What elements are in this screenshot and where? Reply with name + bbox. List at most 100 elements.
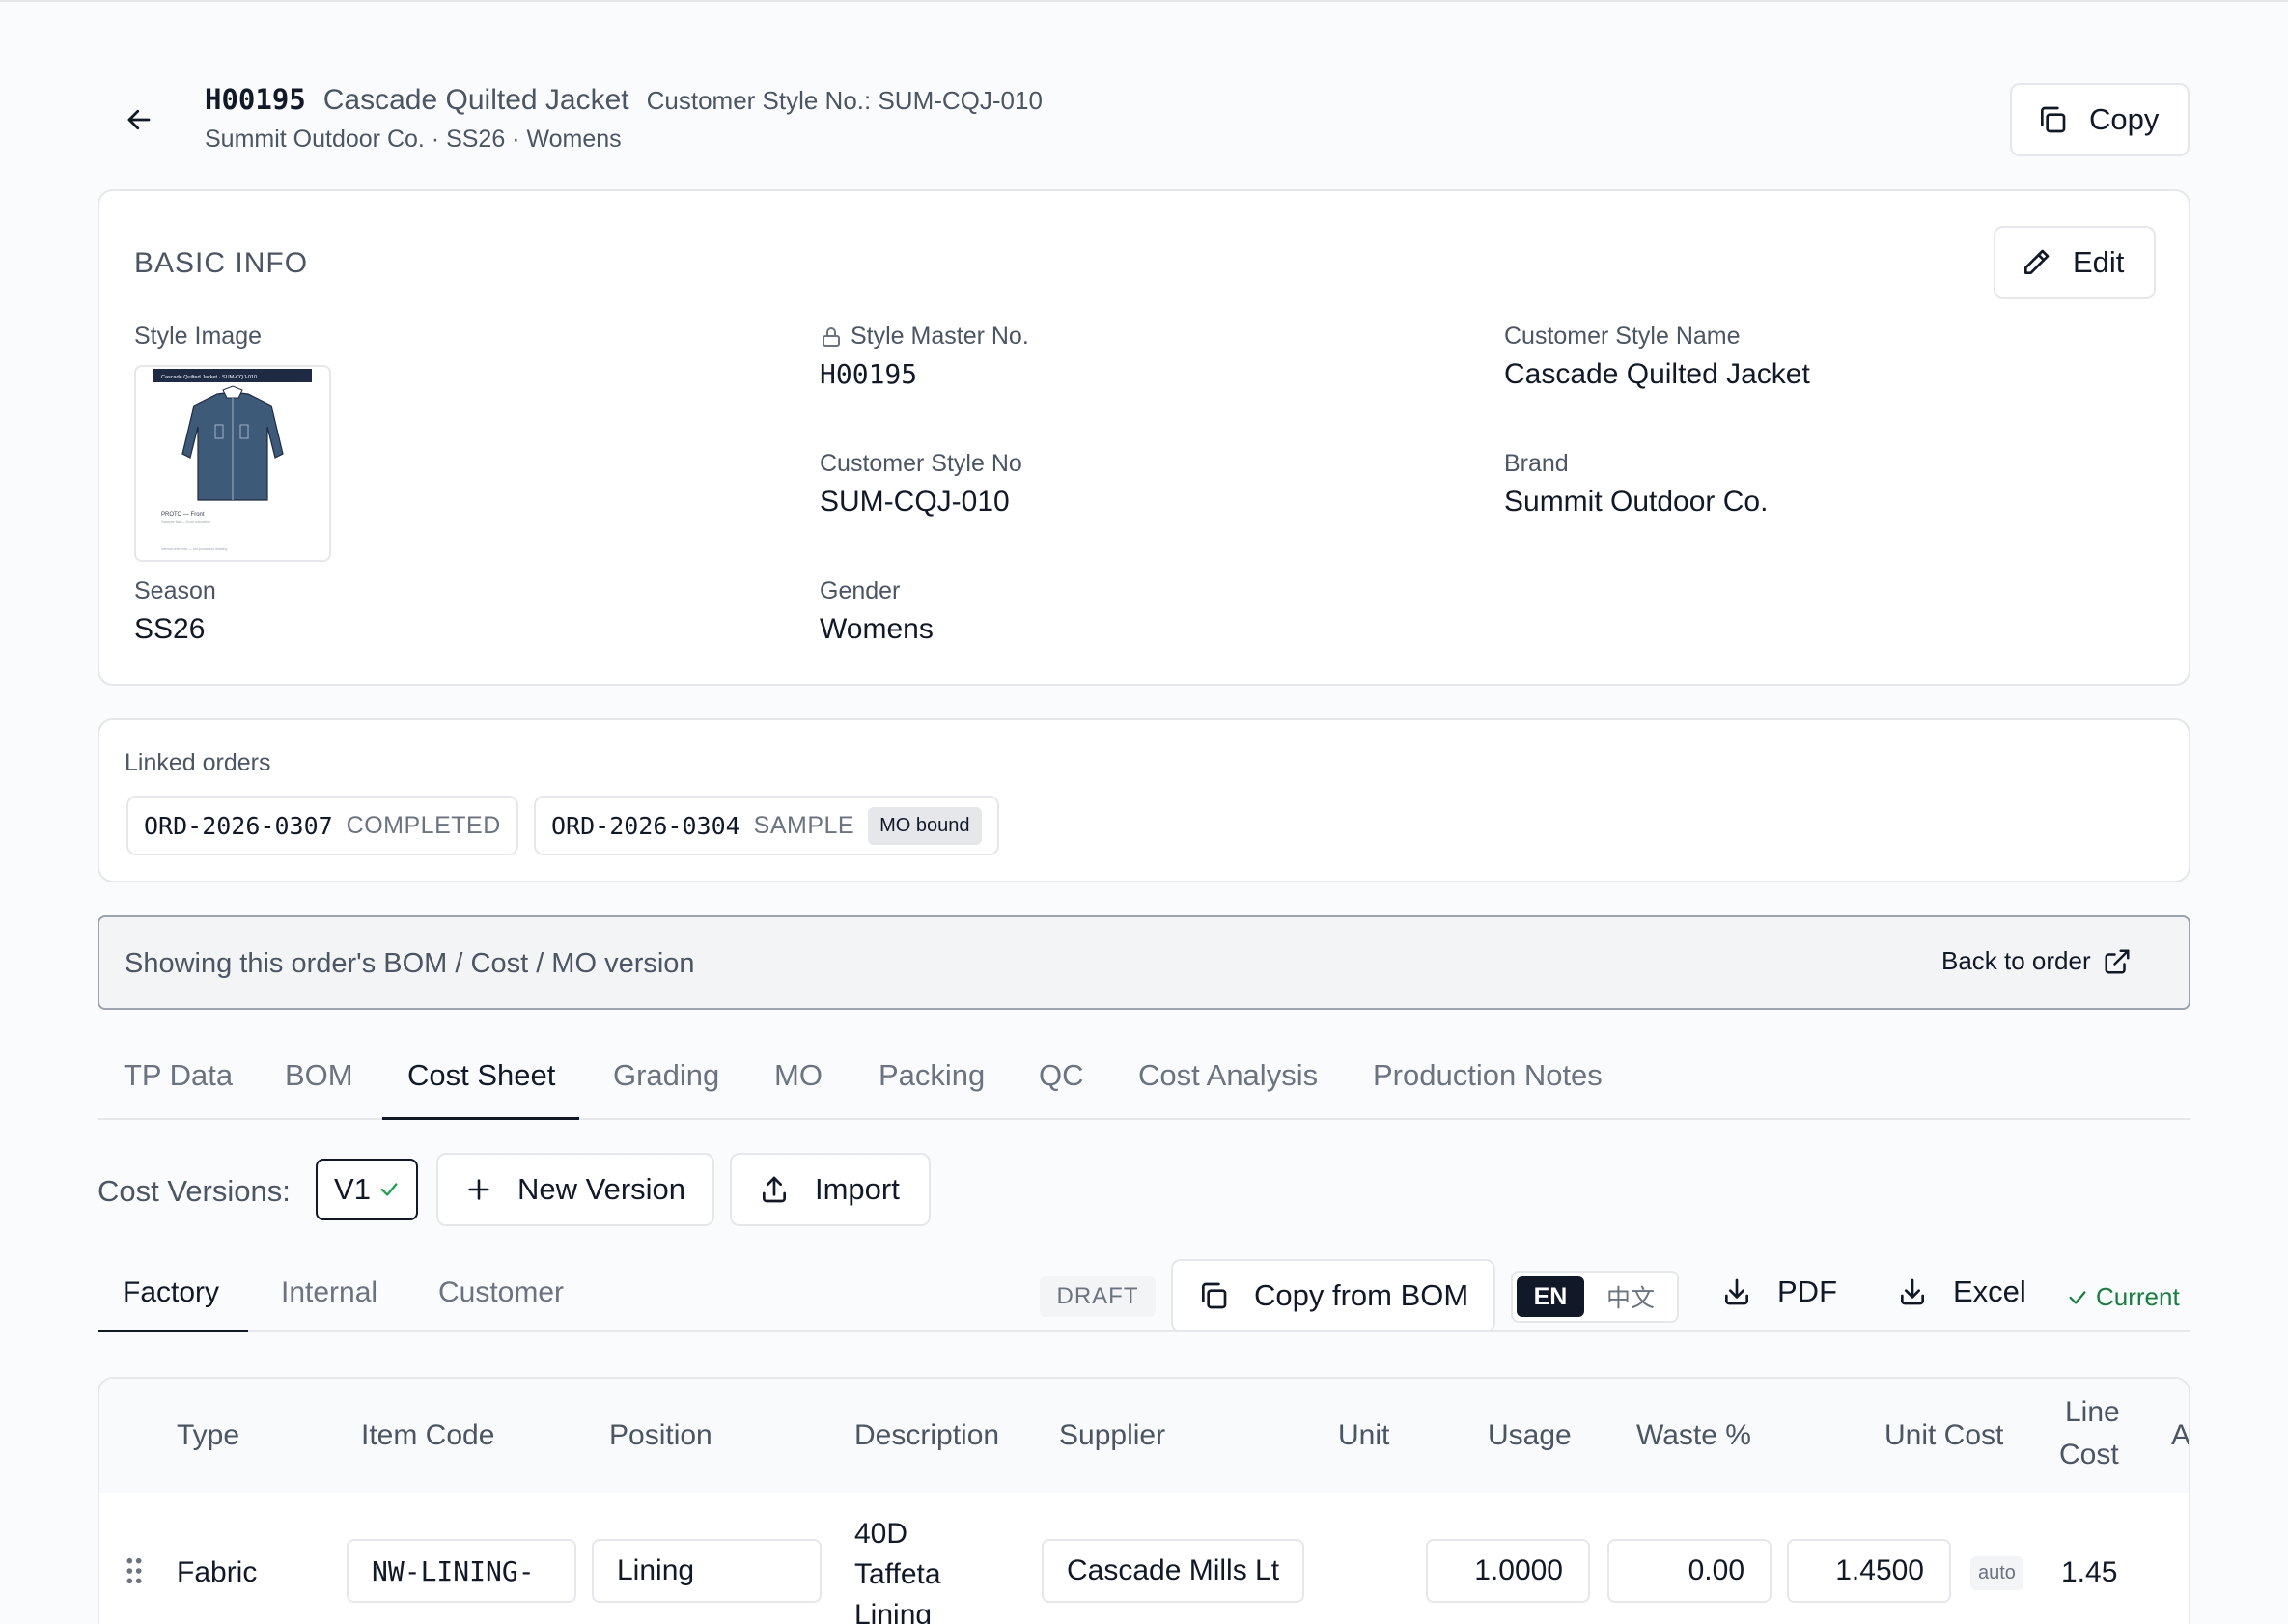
style-master-label-text: Style Master No. [851,322,1029,350]
pdf-download-button[interactable]: PDF [1721,1274,1837,1309]
row-description: 40D Taffeta Lining [854,1514,941,1624]
download-icon [1725,1278,1748,1305]
check-icon [380,1183,398,1196]
linked-orders-label: Linked orders [125,749,271,776]
lang-en-option[interactable]: EN [1517,1276,1584,1317]
auto-badge: auto [1970,1556,2023,1590]
drag-handle-icon[interactable] [125,1556,144,1590]
season-value: SS26 [134,613,206,645]
style-image[interactable]: Cascade Quilted Jacket · SUM-CQJ-010 PRO… [134,365,331,562]
current-label: Current [2096,1282,2180,1311]
copy-from-bom-label: Copy from BOM [1254,1278,1469,1312]
import-label: Import [815,1172,900,1206]
usage-input[interactable]: 1.0000 [1426,1539,1590,1603]
position-input[interactable]: Lining [592,1539,822,1603]
header-description: Description [854,1419,1000,1451]
import-button[interactable]: Import [730,1153,931,1226]
arrow-left-icon [127,109,151,130]
copy-button[interactable]: Copy [2010,83,2190,156]
row-line-cost: 1.45 [2061,1556,2118,1588]
season-field: Season SS26 [134,577,216,646]
customer-style-no-field: Customer Style No SUM-CQJ-010 [820,450,1022,518]
brand-label: Brand [1504,450,1569,477]
style-master-value: H00195 [820,358,918,390]
order-status: SAMPLE [753,811,855,839]
item-code-input[interactable]: NW-LINING- [347,1539,576,1603]
copy-button-label: Copy [2089,102,2160,136]
header-supplier: Supplier [1059,1419,1166,1451]
tab-mo[interactable]: MO [774,1058,823,1093]
order-number: ORD-2026-0307 [144,811,333,840]
tab-production-notes[interactable]: Production Notes [1373,1058,1603,1093]
image-caption-small: Sample flat — front elevation [161,519,210,524]
copy-icon [1202,1282,1227,1309]
active-tab-indicator [382,1117,579,1120]
header-next-column: A [2171,1419,2190,1451]
description-line: Taffeta [854,1558,941,1590]
main-tab-bar: TP Data BOM Cost Sheet Grading MO Packin… [98,1045,2190,1120]
page-title: H00195 Cascade Quilted Jacket Customer S… [205,83,1043,117]
lang-zh-option[interactable]: 中文 [1592,1276,1669,1317]
version-chip-v1[interactable]: V1 [316,1159,418,1220]
plus-icon [468,1179,489,1200]
customer-style-name-label: Customer Style Name [1504,322,1741,350]
description-line: 40D [854,1518,908,1550]
new-version-button[interactable]: New Version [436,1153,714,1226]
header-item-code: Item Code [361,1419,495,1451]
banner-text: Showing this order's BOM / Cost / MO ver… [125,948,695,979]
order-version-banner: Showing this order's BOM / Cost / MO ver… [98,915,2190,1010]
tab-customer[interactable]: Customer [438,1276,564,1309]
tab-bom[interactable]: BOM [285,1058,353,1093]
linked-order-chip[interactable]: ORD-2026-0307 COMPLETED [126,796,518,855]
header-unit: Unit [1338,1419,1390,1451]
customer-style-no-label: Customer Style No [820,450,1022,477]
brand-value: Summit Outdoor Co. [1504,486,1769,518]
image-caption-top: Cascade Quilted Jacket · SUM-CQJ-010 [161,375,257,380]
customer-style-no-value: SUM-CQJ-010 [820,486,1010,518]
lock-icon [823,326,840,347]
season-label: Season [134,577,216,604]
customer-style-name-value: Cascade Quilted Jacket [1504,358,1810,390]
basic-info-card: BASIC INFO Edit Style Image Cascade Quil… [98,189,2190,686]
version-label: V1 [334,1172,371,1206]
header-position: Position [609,1419,712,1451]
tab-tp-data[interactable]: TP Data [124,1058,233,1093]
header-line-cost-1: Line [2065,1396,2120,1428]
style-name: Cascade Quilted Jacket [322,84,629,116]
tab-internal[interactable]: Internal [281,1276,377,1309]
tab-factory[interactable]: Factory [123,1276,219,1309]
section-title: BASIC INFO [134,247,309,279]
order-status: COMPLETED [346,811,501,839]
header-usage: Usage [1488,1419,1572,1451]
unit-cost-input[interactable]: 1.4500 [1787,1539,1951,1603]
order-number: ORD-2026-0304 [551,811,740,840]
copy-icon [2041,106,2066,133]
tab-cost-sheet[interactable]: Cost Sheet [407,1058,555,1093]
tab-packing[interactable]: Packing [879,1058,985,1093]
style-image-label: Style Image [134,322,263,350]
copy-from-bom-button[interactable]: Copy from BOM [1171,1259,1495,1332]
status-badge: DRAFT [1040,1276,1156,1317]
customer-style-no: Customer Style No.: SUM-CQJ-010 [646,86,1043,115]
back-to-order-link[interactable]: Back to order [1941,946,2132,976]
waste-input[interactable]: 0.00 [1607,1539,1772,1603]
jacket-sketch: Cascade Quilted Jacket · SUM-CQJ-010 PRO… [153,369,312,551]
supplier-input[interactable]: Cascade Mills Lt [1042,1539,1304,1603]
excel-label: Excel [1953,1274,2026,1308]
tab-cost-analysis[interactable]: Cost Analysis [1138,1058,1318,1093]
excel-download-button[interactable]: Excel [1897,1274,2026,1309]
table-row: Fabric NW-LINING- Lining 40D Taffeta Lin… [99,1493,2189,1624]
gender-label: Gender [820,577,901,604]
current-status: Current [2067,1282,2180,1312]
customer-style-name-field: Customer Style Name Cascade Quilted Jack… [1504,322,1810,391]
edit-button[interactable]: Edit [1994,226,2156,299]
cost-table: Type Item Code Position Description Supp… [98,1377,2190,1624]
linked-order-chip[interactable]: ORD-2026-0304 SAMPLE MO bound [534,796,999,855]
check-icon [2069,1290,2086,1304]
back-button[interactable] [120,100,158,139]
pdf-label: PDF [1777,1274,1837,1308]
header-line-cost-2: Cost [2059,1439,2119,1470]
tab-qc[interactable]: QC [1039,1058,1084,1093]
header-waste: Waste % [1636,1419,1751,1451]
tab-grading[interactable]: Grading [613,1058,719,1093]
